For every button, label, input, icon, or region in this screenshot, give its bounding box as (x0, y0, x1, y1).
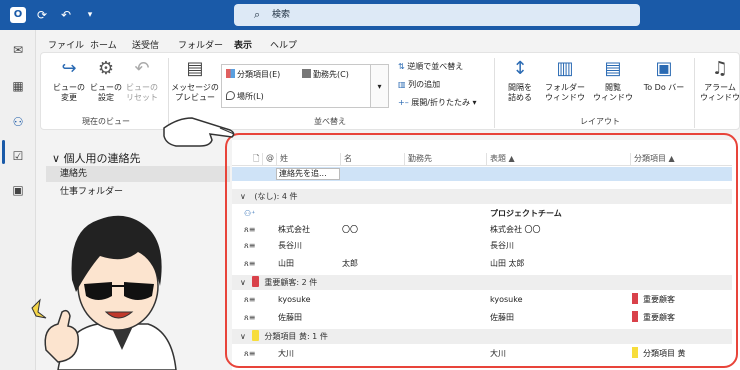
rail-selection-indicator (2, 140, 5, 164)
column-spacing-label: 間隔を 詰める (508, 83, 532, 102)
arrangement-group-label: 並べ替え (314, 117, 346, 126)
change-view-icon: ↪ (61, 58, 77, 79)
title-bar: O ⟳ ↶ ▾ ⌕ 検索 (0, 0, 740, 30)
my-contacts-label: 個人用の連絡先 (63, 152, 141, 165)
arrangement-gallery: 分類項目(E) 勤務先(C) 場所(L) (221, 64, 371, 108)
quick-access-dropdown-icon[interactable]: ▾ (82, 7, 98, 23)
reverse-sort-button[interactable]: ⇅ 逆順で並べ替え (398, 61, 463, 72)
sync-icon[interactable]: ⟳ (34, 7, 50, 23)
nav-item-contacts[interactable]: 連絡先 (46, 166, 230, 182)
menu-folder[interactable]: フォルダー (178, 38, 223, 51)
column-spacing-button[interactable]: ↕ 間隔を 詰める (500, 58, 540, 103)
nav-item-label: 連絡先 (60, 169, 88, 179)
highlight-outline (225, 133, 738, 368)
spacing-icon: ↕ (512, 58, 528, 79)
reminders-window-label: アラーム ウィンドウ (700, 83, 740, 102)
search-icon: ⌕ (254, 8, 261, 21)
reverse-sort-label: 逆順で並べ替え (407, 62, 464, 71)
arrange-category-option[interactable]: 分類項目(E) (226, 69, 280, 80)
category-icon (226, 69, 235, 78)
gear-icon: ⚙ (97, 58, 115, 79)
arrangement-more-button[interactable]: ▾ (371, 64, 389, 108)
reverse-sort-icon: ⇅ (398, 62, 405, 71)
message-preview-icon: ▤ (186, 58, 204, 79)
arrange-company-option[interactable]: 勤務先(C) (302, 69, 349, 80)
add-columns-label: 列の追加 (408, 80, 441, 89)
chevron-down-icon: ∨ (52, 152, 61, 165)
arrange-location-label: 場所(L) (237, 92, 264, 101)
current-view-group-label: 現在のビュー (82, 117, 130, 126)
reading-pane-icon: ▤ (604, 58, 622, 79)
reading-pane-button[interactable]: ▤ 閲覧 ウィンドウ (590, 58, 636, 103)
view-settings-button[interactable]: ⚙ ビューの 設定 (88, 58, 124, 103)
bell-icon: ♫ (711, 58, 729, 79)
reminders-window-button[interactable]: ♫ アラーム ウィンドウ (700, 58, 740, 103)
todo-bar-button[interactable]: ▣ To Do バー (638, 58, 690, 93)
todo-bar-icon: ▣ (655, 58, 673, 79)
apps-icon[interactable]: ▣ (8, 180, 28, 200)
layout-group-label: レイアウト (580, 117, 620, 126)
outlook-icon[interactable]: O (10, 7, 26, 23)
folder-pane-label: フォルダー ウィンドウ (545, 83, 585, 102)
expand-collapse-button[interactable]: +– 展開/折りたたみ ▾ (398, 97, 477, 108)
change-view-label: ビューの 変更 (53, 83, 85, 102)
arrange-category-label: 分類項目(E) (237, 70, 281, 79)
menu-help[interactable]: ヘルプ (270, 38, 297, 51)
menu-view[interactable]: 表示 (234, 38, 253, 56)
ribbon-divider (694, 58, 695, 128)
tasks-icon[interactable]: ☑ (8, 146, 28, 166)
reset-view-label: ビューの リセット (126, 83, 158, 102)
ribbon-divider (494, 58, 495, 128)
mascot-illustration (31, 215, 177, 370)
reading-pane-label: 閲覧 ウィンドウ (593, 83, 633, 102)
arrange-company-label: 勤務先(C) (313, 70, 349, 79)
search-input[interactable]: ⌕ 検索 (234, 4, 640, 26)
nav-item-work-folder[interactable]: 仕事フォルダー (46, 184, 230, 200)
menu-home[interactable]: ホーム (90, 38, 117, 51)
menu-bar: ファイル ホーム 送受信 フォルダー 表示 ヘルプ (36, 30, 740, 56)
todo-bar-label: To Do バー (643, 83, 685, 92)
mail-icon[interactable]: ✉ (8, 40, 28, 60)
expand-collapse-label: 展開/折りたたみ (411, 98, 470, 107)
folder-pane-button[interactable]: ▥ フォルダー ウィンドウ (540, 58, 590, 103)
people-icon[interactable]: ⚇ (8, 112, 28, 132)
nav-item-label: 仕事フォルダー (60, 187, 124, 197)
add-columns-button[interactable]: ▥ 列の追加 (398, 79, 440, 90)
reset-icon: ↶ (134, 58, 150, 79)
pointing-hand-illustration (163, 117, 235, 147)
company-icon (302, 69, 311, 78)
my-contacts-header[interactable]: ∨ 個人用の連絡先 (52, 150, 141, 166)
menu-file[interactable]: ファイル (48, 38, 84, 51)
reset-view-button[interactable]: ↶ ビューの リセット (122, 58, 162, 103)
change-view-button[interactable]: ↪ ビューの 変更 (48, 58, 90, 103)
chevron-down-icon: ▾ (472, 98, 477, 107)
view-settings-label: ビューの 設定 (90, 83, 122, 102)
expand-collapse-icon: +– (398, 98, 409, 107)
folder-pane-icon: ▥ (556, 58, 574, 79)
undo-icon[interactable]: ↶ (58, 7, 74, 23)
add-columns-icon: ▥ (398, 80, 406, 89)
menu-send-receive[interactable]: 送受信 (132, 38, 159, 51)
search-placeholder: 検索 (272, 10, 291, 20)
chevron-down-icon: ▾ (377, 82, 382, 91)
calendar-icon[interactable]: ▦ (8, 76, 28, 96)
